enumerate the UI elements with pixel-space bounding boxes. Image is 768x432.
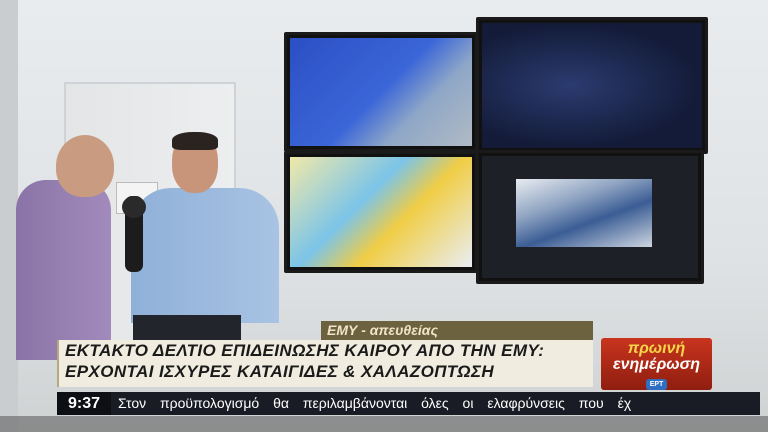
bottom-shade	[0, 416, 768, 432]
reporter-body	[16, 180, 111, 360]
ticker-text: Στον προϋπολογισμό θα περιλαμβάνονται όλ…	[118, 395, 632, 411]
weather-map-greece	[290, 38, 472, 146]
weather-monitor-bottom-right	[476, 150, 704, 284]
microphone-head	[122, 196, 146, 218]
weather-monitor-bottom-left	[284, 151, 478, 273]
show-logo: πρωινή ενημέρωση ΕΡΤ	[601, 338, 712, 390]
meteorologist-body	[131, 188, 279, 323]
lightning-map	[482, 23, 702, 148]
show-logo-line-1: πρωινή	[627, 340, 686, 357]
satellite-image	[516, 179, 652, 247]
headline-box: ΕΚΤΑΚΤΟ ΔΕΛΤΙΟ ΕΠΙΔΕΙΝΩΣΗΣ ΚΑΙΡΟΥ ΑΠΟ ΤΗ…	[57, 340, 593, 387]
show-logo-line-2: ενημέρωση	[612, 356, 701, 373]
channel-logo: ΕΡΤ	[645, 379, 668, 390]
live-source-tag: ΕΜΥ - απευθείας	[321, 321, 593, 340]
meteorologist-hair	[172, 132, 218, 150]
satellite-screen	[482, 156, 698, 278]
weather-monitor-top-right	[476, 17, 708, 154]
reporter-head	[56, 135, 114, 197]
precipitation-map	[290, 157, 472, 267]
headline-line-1: ΕΚΤΑΚΤΟ ΔΕΛΤΙΟ ΕΠΙΔΕΙΝΩΣΗΣ ΚΑΙΡΟΥ ΑΠΟ ΤΗ…	[65, 341, 545, 360]
headline-line-2: ΕΡΧΟΝΤΑΙ ΙΣΧΥΡΕΣ ΚΑΤΑΙΓΙΔΕΣ & ΧΑΛΑΖΟΠΤΩΣ…	[65, 362, 495, 381]
weather-monitor-top-left	[284, 32, 478, 152]
clock: 9:37	[57, 392, 111, 415]
